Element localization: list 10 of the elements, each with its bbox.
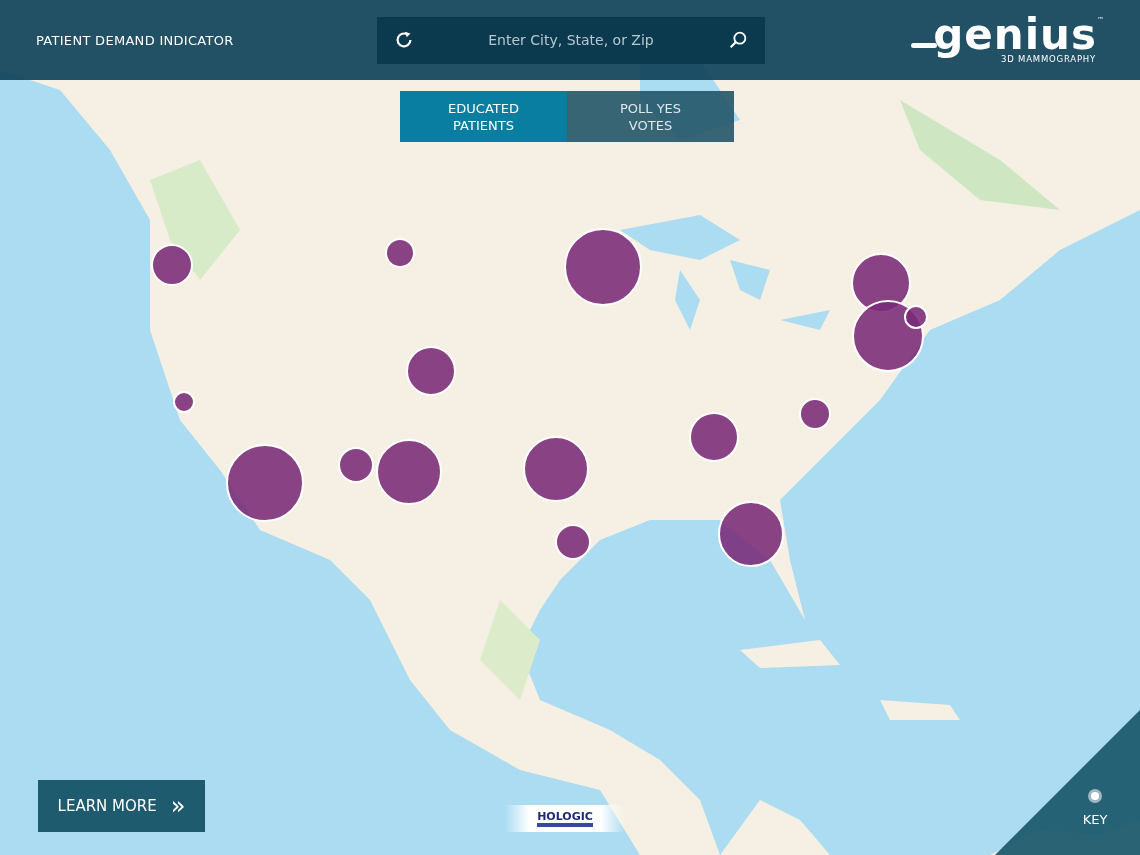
search-field[interactable]: Enter City, State, or Zip [425, 31, 717, 49]
key-dot-icon [1091, 792, 1099, 800]
tab[interactable]: POLL YES VOTES [567, 91, 734, 142]
tab[interactable]: EDUCATED PATIENTS [400, 91, 567, 142]
search-icon[interactable] [727, 29, 749, 51]
sponsor-wordmark: HOLOGIC [537, 810, 593, 827]
learn-more-button[interactable]: LEARN MORE » [38, 780, 205, 832]
search-bar[interactable]: Enter City, State, or Zip [377, 16, 765, 64]
key-label: KEY [1082, 812, 1108, 827]
app-title: PATIENT DEMAND INDICATOR [36, 32, 235, 48]
